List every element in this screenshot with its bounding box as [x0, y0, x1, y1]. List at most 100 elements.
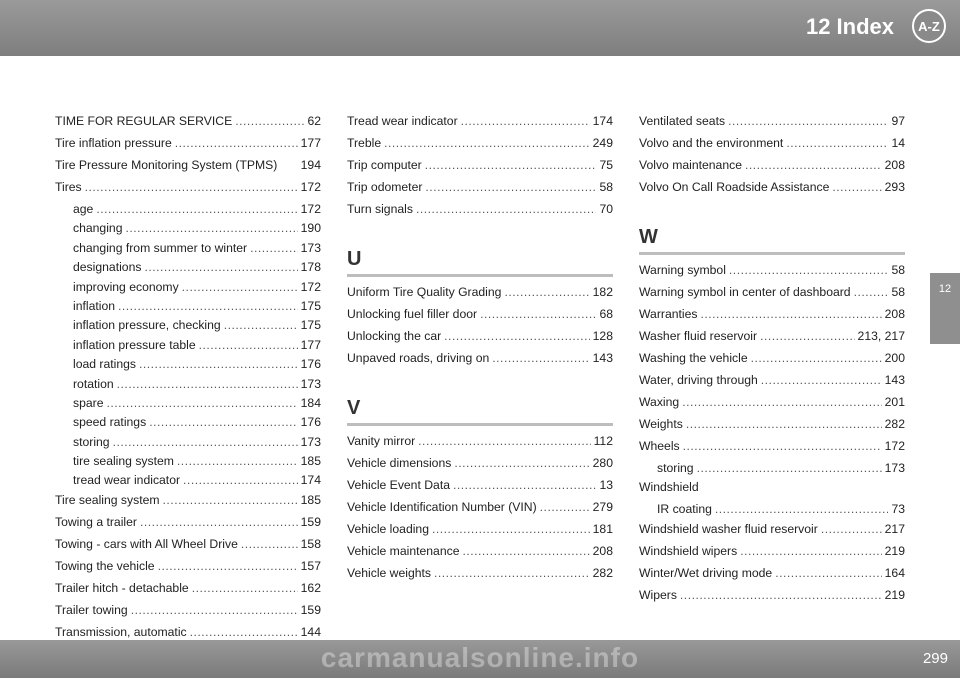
index-subentry[interactable]: age 172: [55, 202, 321, 221]
index-entry[interactable]: Volvo On Call Roadside Assistance 293: [639, 180, 905, 202]
dot-leader: [728, 114, 888, 128]
entry-page-number: 185: [300, 492, 321, 507]
index-subentry[interactable]: tire sealing system 185: [55, 454, 321, 473]
index-entry[interactable]: Vehicle weights 282: [347, 566, 613, 588]
index-subentry[interactable]: rotation 173: [55, 377, 321, 396]
entry-label: Vehicle weights: [347, 566, 432, 580]
index-entry[interactable]: Towing the vehicle 157: [55, 559, 321, 581]
index-subentry[interactable]: load ratings 176: [55, 357, 321, 376]
index-entry[interactable]: Ventilated seats 97: [639, 114, 905, 136]
index-entry[interactable]: Towing a trailer 159: [55, 515, 321, 537]
index-entry[interactable]: Unlocking the car 128: [347, 329, 613, 351]
index-entry[interactable]: Unpaved roads, driving on 143: [347, 351, 613, 373]
index-entry[interactable]: Washing the vehicle 200: [639, 351, 905, 373]
index-entry[interactable]: Vehicle dimensions 280: [347, 456, 613, 478]
entry-page-number: 172: [300, 180, 321, 194]
entry-page-number: 178: [300, 260, 321, 275]
index-entry[interactable]: Warning symbol in center of dashboard 58: [639, 285, 905, 307]
entry-label: TIME FOR REGULAR SERVICE: [55, 114, 233, 128]
dot-leader: [504, 285, 589, 299]
index-entry[interactable]: Warning symbol 58: [639, 263, 905, 285]
entry-label: load ratings: [73, 357, 137, 372]
dot-leader: [761, 373, 882, 387]
index-subentry[interactable]: IR coating 73: [639, 502, 905, 521]
index-entry[interactable]: Trip odometer 58: [347, 180, 613, 202]
index-entry[interactable]: Winter/Wet driving mode 164: [639, 566, 905, 588]
index-entry[interactable]: Waxing 201: [639, 395, 905, 417]
entry-page-number: 217: [884, 521, 905, 536]
index-entry[interactable]: Vanity mirror 112: [347, 434, 613, 456]
index-entry[interactable]: Vehicle Identification Number (VIN) 279: [347, 500, 613, 522]
index-entry[interactable]: Volvo maintenance 208: [639, 158, 905, 180]
index-entry[interactable]: Washer fluid reservoir 213, 217: [639, 329, 905, 351]
dot-leader: [149, 415, 297, 429]
index-entry[interactable]: Tire inflation pressure 177: [55, 136, 321, 158]
index-entry[interactable]: Wipers 219: [639, 588, 905, 610]
entry-page-number: 184: [300, 395, 321, 410]
index-subentry[interactable]: inflation 175: [55, 299, 321, 318]
index-entry[interactable]: Wheels 172: [639, 439, 905, 461]
index-entry[interactable]: Tires 172: [55, 180, 321, 202]
index-entry[interactable]: Tread wear indicator 174: [347, 114, 613, 136]
index-entry[interactable]: Turn signals 70: [347, 202, 613, 224]
index-entry[interactable]: Trailer hitch - detachable 162: [55, 581, 321, 603]
index-subentry[interactable]: tread wear indicator 174: [55, 473, 321, 492]
dot-leader: [117, 377, 298, 391]
entry-label: Unlocking fuel filler door: [347, 307, 478, 321]
index-subentry[interactable]: storing 173: [639, 461, 905, 480]
index-entry[interactable]: Vehicle loading 181: [347, 522, 613, 544]
index-entry[interactable]: Weights 282: [639, 417, 905, 439]
index-entry[interactable]: Vehicle maintenance 208: [347, 544, 613, 566]
dot-leader: [444, 329, 589, 343]
index-entry[interactable]: Vehicle Event Data 13: [347, 478, 613, 500]
index-subentry[interactable]: changing from summer to winter 173: [55, 241, 321, 260]
dot-leader: [740, 544, 881, 558]
index-entry[interactable]: Windshield: [639, 480, 905, 502]
entry-page-number: 112: [593, 434, 613, 448]
entry-label: Wipers: [639, 587, 677, 602]
index-entry[interactable]: Tire Pressure Monitoring System (TPMS) 19…: [55, 158, 321, 180]
entry-page-number: 219: [884, 587, 905, 602]
index-entry[interactable]: Volvo and the environment 14: [639, 136, 905, 158]
dot-leader: [462, 544, 589, 558]
index-entry[interactable]: Warranties 208: [639, 307, 905, 329]
index-subentry[interactable]: inflation pressure table 177: [55, 338, 321, 357]
index-entry[interactable]: Windshield wipers 219: [639, 544, 905, 566]
index-entry[interactable]: Tire sealing system 185: [55, 493, 321, 515]
index-entry[interactable]: Unlocking fuel filler door 68: [347, 307, 613, 329]
index-subentry[interactable]: spare 184: [55, 396, 321, 415]
chapter-side-tab[interactable]: 12: [930, 273, 960, 344]
index-entry[interactable]: Towing - cars with All Wheel Drive 158: [55, 537, 321, 559]
entry-page-number: 201: [884, 395, 905, 409]
dot-leader: [854, 285, 889, 299]
index-subentry[interactable]: inflation pressure, checking 175: [55, 318, 321, 337]
entry-page-number: 62: [307, 114, 321, 128]
index-entry[interactable]: Water, driving through 143: [639, 373, 905, 395]
entry-label: storing: [73, 434, 110, 449]
dot-leader: [384, 136, 590, 150]
index-subentry[interactable]: speed ratings 176: [55, 415, 321, 434]
index-entry[interactable]: Trip computer 75: [347, 158, 613, 180]
entry-page-number: 143: [592, 351, 613, 365]
index-entry[interactable]: Uniform Tire Quality Grading 182: [347, 285, 613, 307]
index-entry[interactable]: TIME FOR REGULAR SERVICE 62: [55, 114, 321, 136]
index-entry[interactable]: Windshield washer fluid reservoir 217: [639, 522, 905, 544]
entry-label: Warning symbol in center of dashboard: [639, 285, 851, 299]
index-subentry[interactable]: designations 178: [55, 260, 321, 279]
index-entry[interactable]: Treble 249: [347, 136, 613, 158]
index-subentry[interactable]: improving economy 172: [55, 280, 321, 299]
entry-page-number: 279: [592, 500, 613, 514]
entry-label: Tire Pressure Monitoring System (TPMS): [55, 158, 278, 172]
entry-label: Towing the vehicle: [55, 558, 155, 573]
entry-page-number: 177: [300, 337, 321, 352]
entry-label: Weights: [639, 417, 683, 431]
entry-label: Vanity mirror: [347, 434, 416, 448]
index-subentry[interactable]: changing 190: [55, 221, 321, 240]
entry-label: Transmission, automatic: [55, 624, 187, 639]
dot-leader: [453, 478, 596, 492]
entry-label: speed ratings: [73, 415, 147, 430]
dot-leader: [683, 439, 882, 453]
dot-leader: [250, 241, 298, 255]
index-entry[interactable]: Trailer towing 159: [55, 603, 321, 625]
index-subentry[interactable]: storing 173: [55, 435, 321, 454]
